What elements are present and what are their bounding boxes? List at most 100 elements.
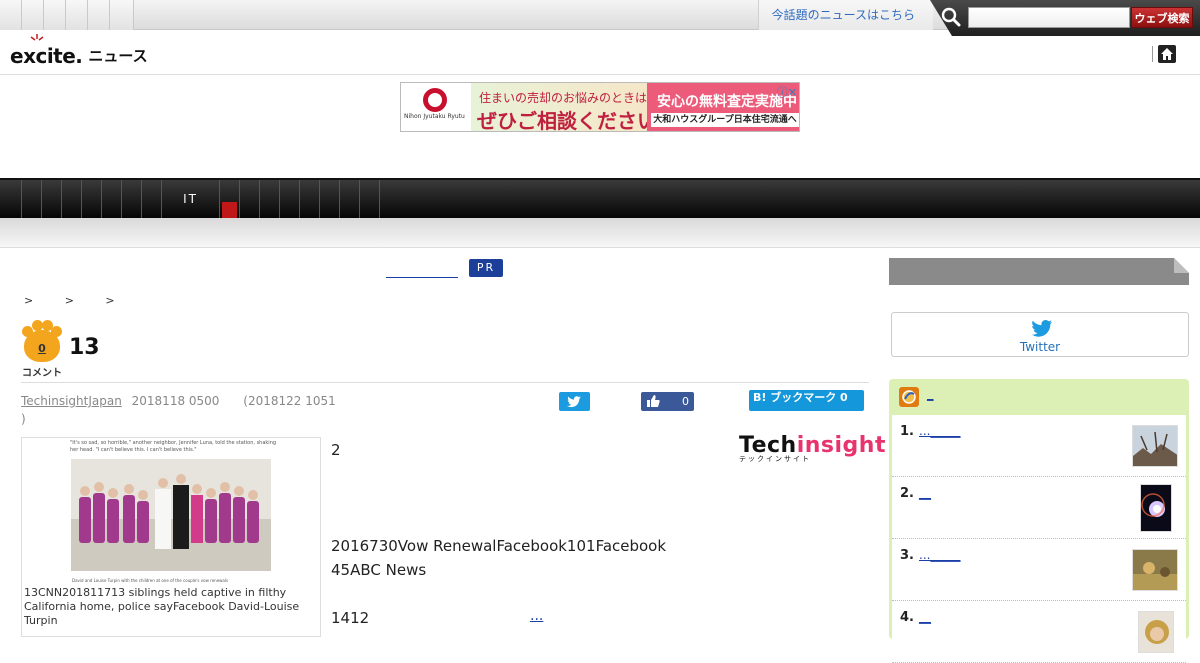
home-button[interactable] [1158, 45, 1176, 63]
logo-spark-icon [30, 34, 44, 41]
sidebar-header-bar [889, 258, 1189, 285]
nav-item-active[interactable] [220, 180, 240, 218]
twitter-bird-icon [567, 396, 581, 408]
family-photo-image [71, 459, 271, 571]
photo-caption: 13CNN201811713 siblings held captive in … [24, 586, 300, 627]
comment-count[interactable]: 0 [21, 342, 63, 355]
ranking-item[interactable]: 1. ..._____ [892, 415, 1186, 477]
nav-item[interactable] [82, 180, 102, 218]
category-nav: IT [0, 178, 1200, 218]
ranking-icon [899, 387, 919, 407]
ranking-item[interactable]: 2. __ [892, 477, 1186, 539]
ad-info-icon[interactable]: ⓘ✕ [777, 84, 797, 100]
body-line [331, 462, 731, 486]
excite-news-logo[interactable]: excite. ニュース [10, 34, 148, 68]
service-tab[interactable] [88, 0, 110, 30]
ad-line1: 住まいの売却のお悩みのときは [479, 91, 648, 105]
nav-item[interactable] [260, 180, 280, 218]
nav-item[interactable] [0, 180, 22, 218]
ranking-number: 1. [900, 424, 914, 439]
tweet-button[interactable] [559, 392, 590, 411]
nav-item-it[interactable]: IT [162, 180, 220, 218]
ranking-number: 4. [900, 610, 914, 625]
body-line: 2016730Vow RenewalFacebook101Facebook [331, 537, 667, 555]
ad-banner[interactable]: Nihon Jyutaku Ryutu 住まいの売却のお悩みのときは ぜひご相談… [400, 82, 800, 132]
photo-quote: "It's so sad, so horrible," another neig… [70, 440, 277, 453]
hatena-bookmark-button[interactable]: B! ブックマーク 0 [749, 390, 864, 411]
twitter-bird-icon [1032, 320, 1052, 337]
nav-item[interactable] [280, 180, 300, 218]
ranking-item[interactable]: 4. __ [892, 601, 1186, 663]
service-tab[interactable] [0, 0, 22, 30]
nav-item[interactable] [62, 180, 82, 218]
author-link[interactable]: TechinsightJapan [21, 394, 122, 408]
publish-date: 2018118 0500 [131, 394, 220, 408]
ranking-panel: _ 1. ..._____ 2. __ 3. ..._____ 4. __ [889, 379, 1189, 663]
ranking-title[interactable]: _ [927, 387, 934, 402]
ranking-thumbnail[interactable] [1138, 611, 1174, 653]
page-fold-icon [1174, 258, 1189, 273]
ad-line2: ぜひご相談ください [477, 109, 657, 132]
logo-brand: excite. [10, 44, 83, 68]
nav-item[interactable] [300, 180, 320, 218]
ranking-link[interactable]: ..._____ [919, 548, 960, 562]
body-line [331, 510, 731, 534]
ad-company: Nihon Jyutaku Ryutu [404, 113, 465, 120]
nav-item[interactable] [42, 180, 62, 218]
pr-badge: PR [469, 259, 503, 277]
body-line: 45ABC News [331, 561, 427, 579]
nav-item[interactable] [142, 180, 162, 218]
nav-item[interactable] [340, 180, 360, 218]
service-tab[interactable] [110, 0, 134, 30]
ad-message: 住まいの売却のお悩みのときは ぜひご相談ください [471, 83, 657, 131]
nav-item[interactable] [102, 180, 122, 218]
nav-item[interactable] [360, 180, 380, 218]
ranking-link[interactable]: __ [919, 486, 931, 500]
body-line: 2 [331, 441, 341, 459]
article-photo[interactable] [71, 459, 271, 571]
search-input[interactable] [968, 7, 1130, 28]
service-tab[interactable] [44, 0, 66, 30]
service-tab[interactable] [22, 0, 44, 30]
ranking-number: 3. [900, 548, 914, 563]
thumbs-up-icon [647, 395, 660, 407]
service-tabs [0, 0, 134, 30]
service-tab[interactable] [66, 0, 88, 30]
divider [21, 382, 869, 383]
logo-sub: ニュース [88, 47, 148, 65]
ranking-list: 1. ..._____ 2. __ 3. ..._____ 4. __ [892, 415, 1186, 663]
nav-item[interactable] [22, 180, 42, 218]
divider [1152, 46, 1153, 62]
facebook-count: 0 [682, 395, 689, 408]
comment-label: コメント [22, 368, 62, 379]
ranking-thumbnail[interactable] [1132, 549, 1178, 591]
breadcrumb[interactable]: > > > [24, 294, 129, 307]
updated-date-close: ) [21, 412, 26, 426]
site-header: excite. ニュース [0, 30, 1200, 75]
updated-date: (2018122 1051 [243, 394, 336, 408]
ranking-item[interactable]: 3. ..._____ [892, 539, 1186, 601]
nav-item[interactable] [122, 180, 142, 218]
hot-news-link[interactable]: 今話題のニュースはこちら [758, 0, 933, 30]
article-body: 2 2016730Vow RenewalFacebook101Facebook … [331, 438, 731, 630]
ranking-link[interactable]: __ [919, 610, 931, 624]
sub-nav [0, 218, 1200, 248]
ranking-link[interactable]: ..._____ [919, 424, 960, 438]
search-icon [941, 7, 961, 27]
pr-link[interactable] [386, 260, 458, 278]
photo-small-caption: David and Louise Turpin with the childre… [72, 578, 229, 583]
nav-item[interactable] [320, 180, 340, 218]
ranking-thumbnail[interactable] [1140, 484, 1172, 532]
techinsight-logo[interactable]: Techinsight テックインサイト [739, 433, 886, 464]
nav-item[interactable] [240, 180, 260, 218]
ranking-thumbnail[interactable] [1132, 425, 1178, 467]
comment-counter[interactable]: 0 コメント [21, 320, 63, 379]
ad-logo: Nihon Jyutaku Ryutu [401, 83, 471, 131]
ad-logo-mark [423, 88, 447, 112]
web-search-button[interactable]: ウェブ検索 [1131, 7, 1193, 28]
article-photo-box: "It's so sad, so horrible," another neig… [21, 437, 321, 637]
twitter-follow-box[interactable]: Twitter [891, 312, 1189, 357]
read-more-link[interactable]: ... [530, 608, 543, 624]
facebook-like-button[interactable]: 0 [641, 392, 694, 411]
ranking-number: 2. [900, 486, 914, 501]
